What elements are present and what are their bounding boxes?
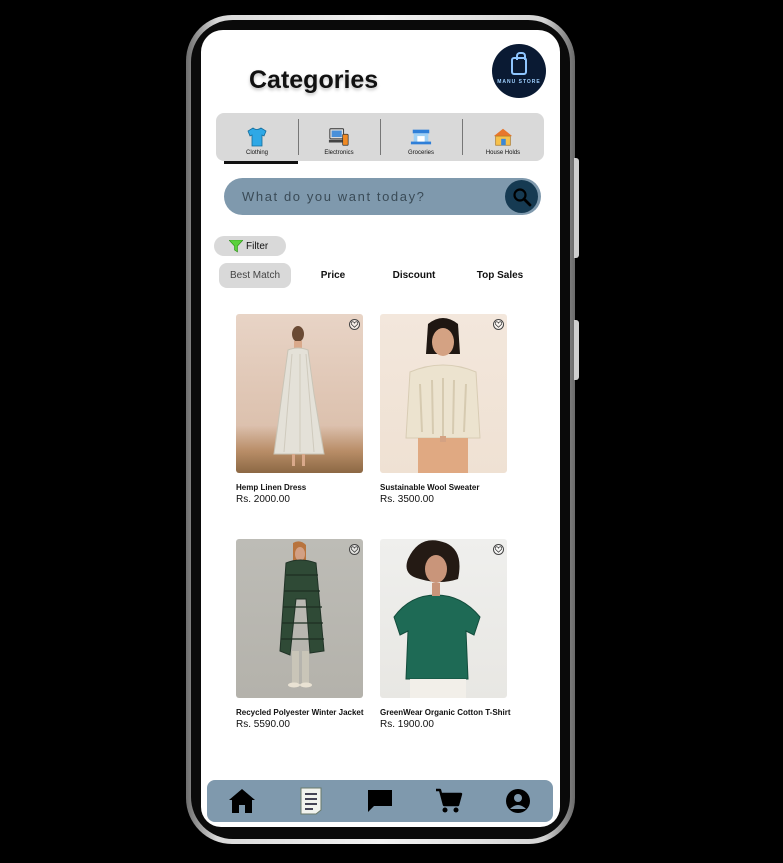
- sort-options: Best Match Price Discount Top Sales: [219, 263, 549, 288]
- nav-profile[interactable]: [502, 785, 534, 817]
- product-price: Rs. 1900.00: [380, 719, 434, 730]
- favorite-icon[interactable]: [493, 319, 504, 330]
- search-button[interactable]: [505, 180, 538, 213]
- product-image[interactable]: [236, 539, 363, 698]
- tab-label: Groceries: [407, 150, 434, 156]
- search-bar: [224, 178, 541, 215]
- favorite-icon[interactable]: [349, 544, 360, 555]
- tab-house-holds[interactable]: House Holds: [462, 113, 544, 161]
- product-name: Recycled Polyester Winter Jacket: [236, 708, 364, 717]
- nav-cart[interactable]: [433, 785, 465, 817]
- tab-label: Clothing: [245, 150, 268, 156]
- house-icon: [492, 127, 514, 147]
- tab-clothing[interactable]: Clothing: [216, 113, 298, 164]
- shopping-bag-icon: [511, 52, 527, 75]
- power-button: [574, 320, 579, 380]
- product-name: Sustainable Wool Sweater: [380, 483, 480, 492]
- product-card[interactable]: Sustainable Wool Sweater Rs. 3500.00: [380, 314, 530, 505]
- orders-icon: [300, 787, 322, 815]
- devices-icon: [328, 127, 350, 147]
- search-input[interactable]: [242, 186, 492, 206]
- product-image[interactable]: [380, 314, 507, 473]
- bottom-navigation: [207, 780, 553, 822]
- cart-icon: [436, 788, 463, 813]
- search-icon: [512, 187, 531, 206]
- home-icon: [228, 789, 255, 813]
- product-price: Rs. 3500.00: [380, 494, 434, 505]
- nav-chat[interactable]: [364, 785, 396, 817]
- product-price: Rs. 2000.00: [236, 494, 290, 505]
- category-tabs: Clothing Electronics Groceries House Hol…: [216, 113, 544, 164]
- product-card[interactable]: GreenWear Organic Cotton T-Shirt Rs. 190…: [380, 539, 530, 730]
- app-screen: Categories MANU STORE Clothing Electroni…: [201, 30, 560, 827]
- funnel-icon: [229, 239, 243, 253]
- page-title: Categories: [249, 66, 379, 94]
- nav-orders[interactable]: [295, 785, 327, 817]
- tshirt-icon: [246, 127, 268, 147]
- sort-discount[interactable]: Discount: [389, 263, 439, 288]
- store-logo[interactable]: MANU STORE: [492, 44, 546, 98]
- sort-top-sales[interactable]: Top Sales: [475, 263, 525, 288]
- favorite-icon[interactable]: [349, 319, 360, 330]
- filter-button[interactable]: Filter: [214, 236, 286, 256]
- sort-best-match[interactable]: Best Match: [219, 263, 291, 288]
- product-image[interactable]: [380, 539, 507, 698]
- product-name: GreenWear Organic Cotton T-Shirt: [380, 708, 511, 717]
- product-price: Rs. 5590.00: [236, 719, 290, 730]
- store-icon: [410, 127, 432, 147]
- sort-price[interactable]: Price: [315, 263, 351, 288]
- nav-home[interactable]: [226, 785, 258, 817]
- product-card[interactable]: Recycled Polyester Winter Jacket Rs. 559…: [236, 539, 386, 730]
- filter-label: Filter: [246, 240, 269, 252]
- tab-label: House Holds: [485, 150, 521, 156]
- favorite-icon[interactable]: [493, 544, 504, 555]
- tab-label: Electronics: [324, 150, 354, 156]
- profile-icon: [506, 789, 531, 813]
- tab-groceries[interactable]: Groceries: [380, 113, 462, 161]
- product-name: Hemp Linen Dress: [236, 483, 307, 492]
- volume-button: [574, 158, 579, 258]
- product-card[interactable]: Hemp Linen Dress Rs. 2000.00: [236, 314, 386, 505]
- tab-electronics[interactable]: Electronics: [298, 113, 380, 161]
- chat-icon: [367, 790, 392, 812]
- product-image[interactable]: [236, 314, 363, 473]
- logo-text: MANU STORE: [497, 79, 541, 85]
